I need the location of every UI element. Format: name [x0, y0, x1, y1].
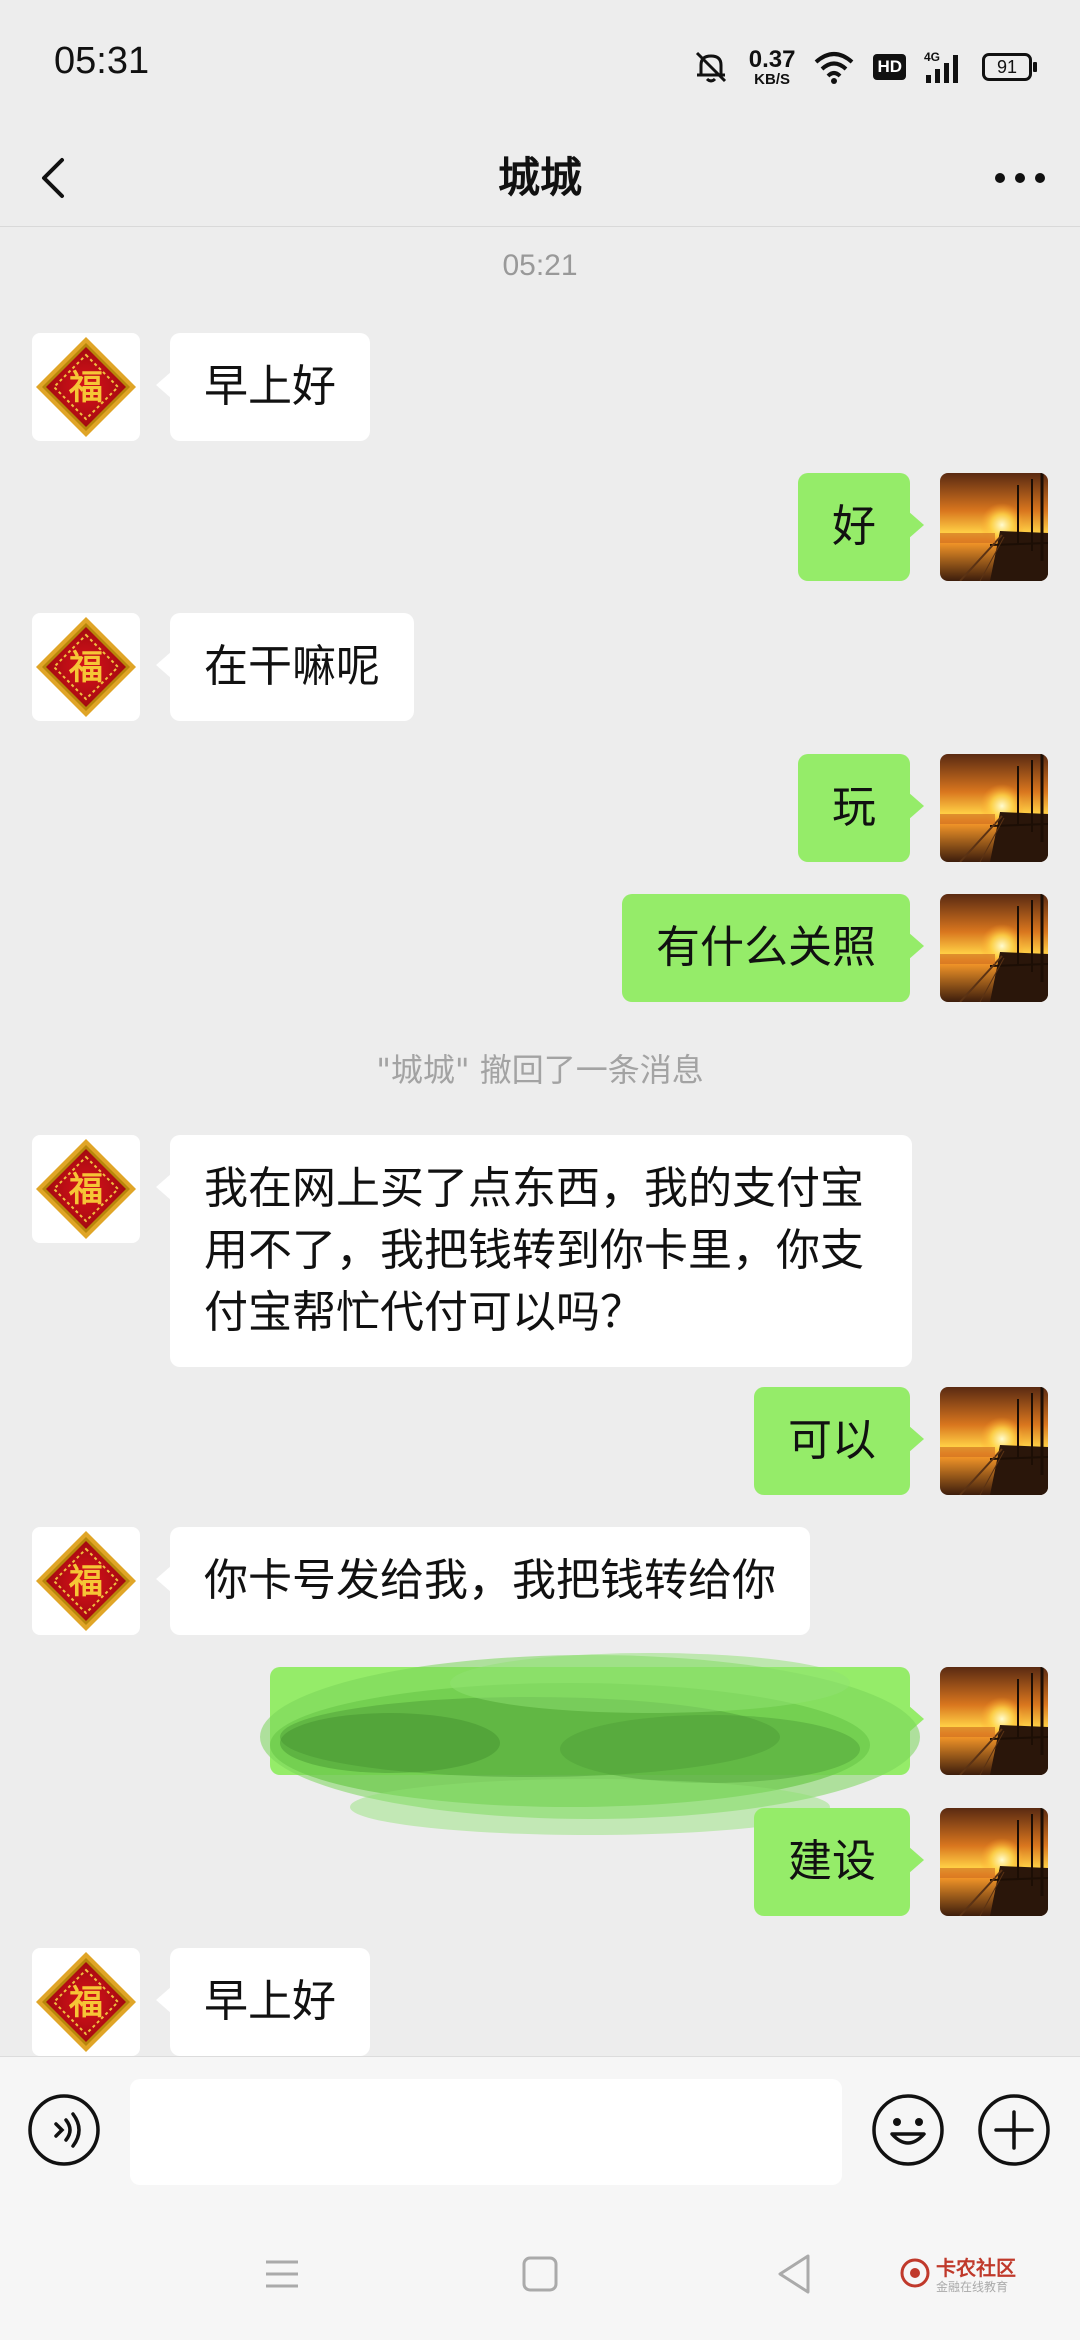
contact-avatar[interactable]: [32, 1135, 140, 1243]
outgoing-message[interactable]: 玩: [798, 754, 924, 862]
outgoing-message[interactable]: 好: [798, 473, 924, 581]
watermark-title: 卡农社区: [936, 2256, 1016, 2280]
network-speed: 0.37 KB/S: [748, 45, 796, 88]
incoming-message[interactable]: 我在网上买了点东西，我的支付宝用不了，我把钱转到你卡里，你支付宝帮忙代付可以吗？: [156, 1135, 912, 1367]
message-input[interactable]: [130, 2079, 842, 2185]
wifi-icon: [815, 52, 854, 84]
chat-header: 城城: [0, 130, 1080, 227]
contact-avatar[interactable]: [32, 333, 140, 441]
outgoing-message[interactable]: 建设: [754, 1808, 924, 1916]
incoming-message[interactable]: 早上好: [156, 1948, 370, 2056]
my-avatar[interactable]: [940, 754, 1048, 862]
status-bar: 05:31 0.37 KB/S HD 4G 91: [0, 0, 1080, 130]
back-button[interactable]: [30, 152, 82, 204]
message-timestamp: 05:21: [502, 249, 578, 282]
watermark: 卡农社区 金融在线教育: [900, 2252, 1030, 2302]
battery-indicator: 91: [982, 53, 1037, 81]
nav-home-button[interactable]: [520, 2254, 560, 2294]
incoming-message[interactable]: 早上好: [156, 333, 370, 441]
plus-button[interactable]: [976, 2092, 1052, 2168]
recall-notice: "城城" 撤回了一条消息: [376, 1051, 704, 1089]
input-bar: [0, 2056, 1080, 2207]
watermark-logo-icon: [900, 2258, 930, 2288]
svg-text:4G: 4G: [924, 50, 940, 64]
status-icons: 0.37 KB/S HD 4G 91: [691, 44, 1037, 90]
hd-badge: HD: [873, 54, 906, 80]
contact-avatar[interactable]: [32, 1527, 140, 1635]
watermark-subtitle: 金融在线教育: [936, 2280, 1009, 2294]
contact-avatar[interactable]: [32, 613, 140, 721]
my-avatar[interactable]: [940, 1387, 1048, 1495]
my-avatar[interactable]: [940, 894, 1048, 1002]
my-avatar[interactable]: [940, 473, 1048, 581]
emoji-button[interactable]: [870, 2092, 946, 2168]
chat-area[interactable]: 05:21 早上好 好 在干嘛呢 玩 有什么关照 "城城" 撤回了一条消息 我在…: [0, 227, 1080, 2057]
outgoing-message[interactable]: 有什么关照: [622, 894, 924, 1002]
my-avatar[interactable]: [940, 1808, 1048, 1916]
mute-bell-icon: [695, 51, 726, 83]
status-time: 05:31: [54, 40, 150, 82]
nav-menu-button[interactable]: [262, 2254, 302, 2294]
chat-title: 城城: [497, 153, 582, 202]
voice-button[interactable]: [26, 2092, 102, 2168]
more-options-button[interactable]: [990, 152, 1050, 204]
signal-4g-icon: 4G: [924, 50, 958, 83]
incoming-message[interactable]: 在干嘛呢: [156, 613, 414, 721]
nav-back-button[interactable]: [774, 2252, 814, 2296]
outgoing-message[interactable]: 可以: [754, 1387, 924, 1495]
contact-avatar[interactable]: [32, 1948, 140, 2056]
system-nav-bar: 卡农社区 金融在线教育: [0, 2206, 1080, 2340]
